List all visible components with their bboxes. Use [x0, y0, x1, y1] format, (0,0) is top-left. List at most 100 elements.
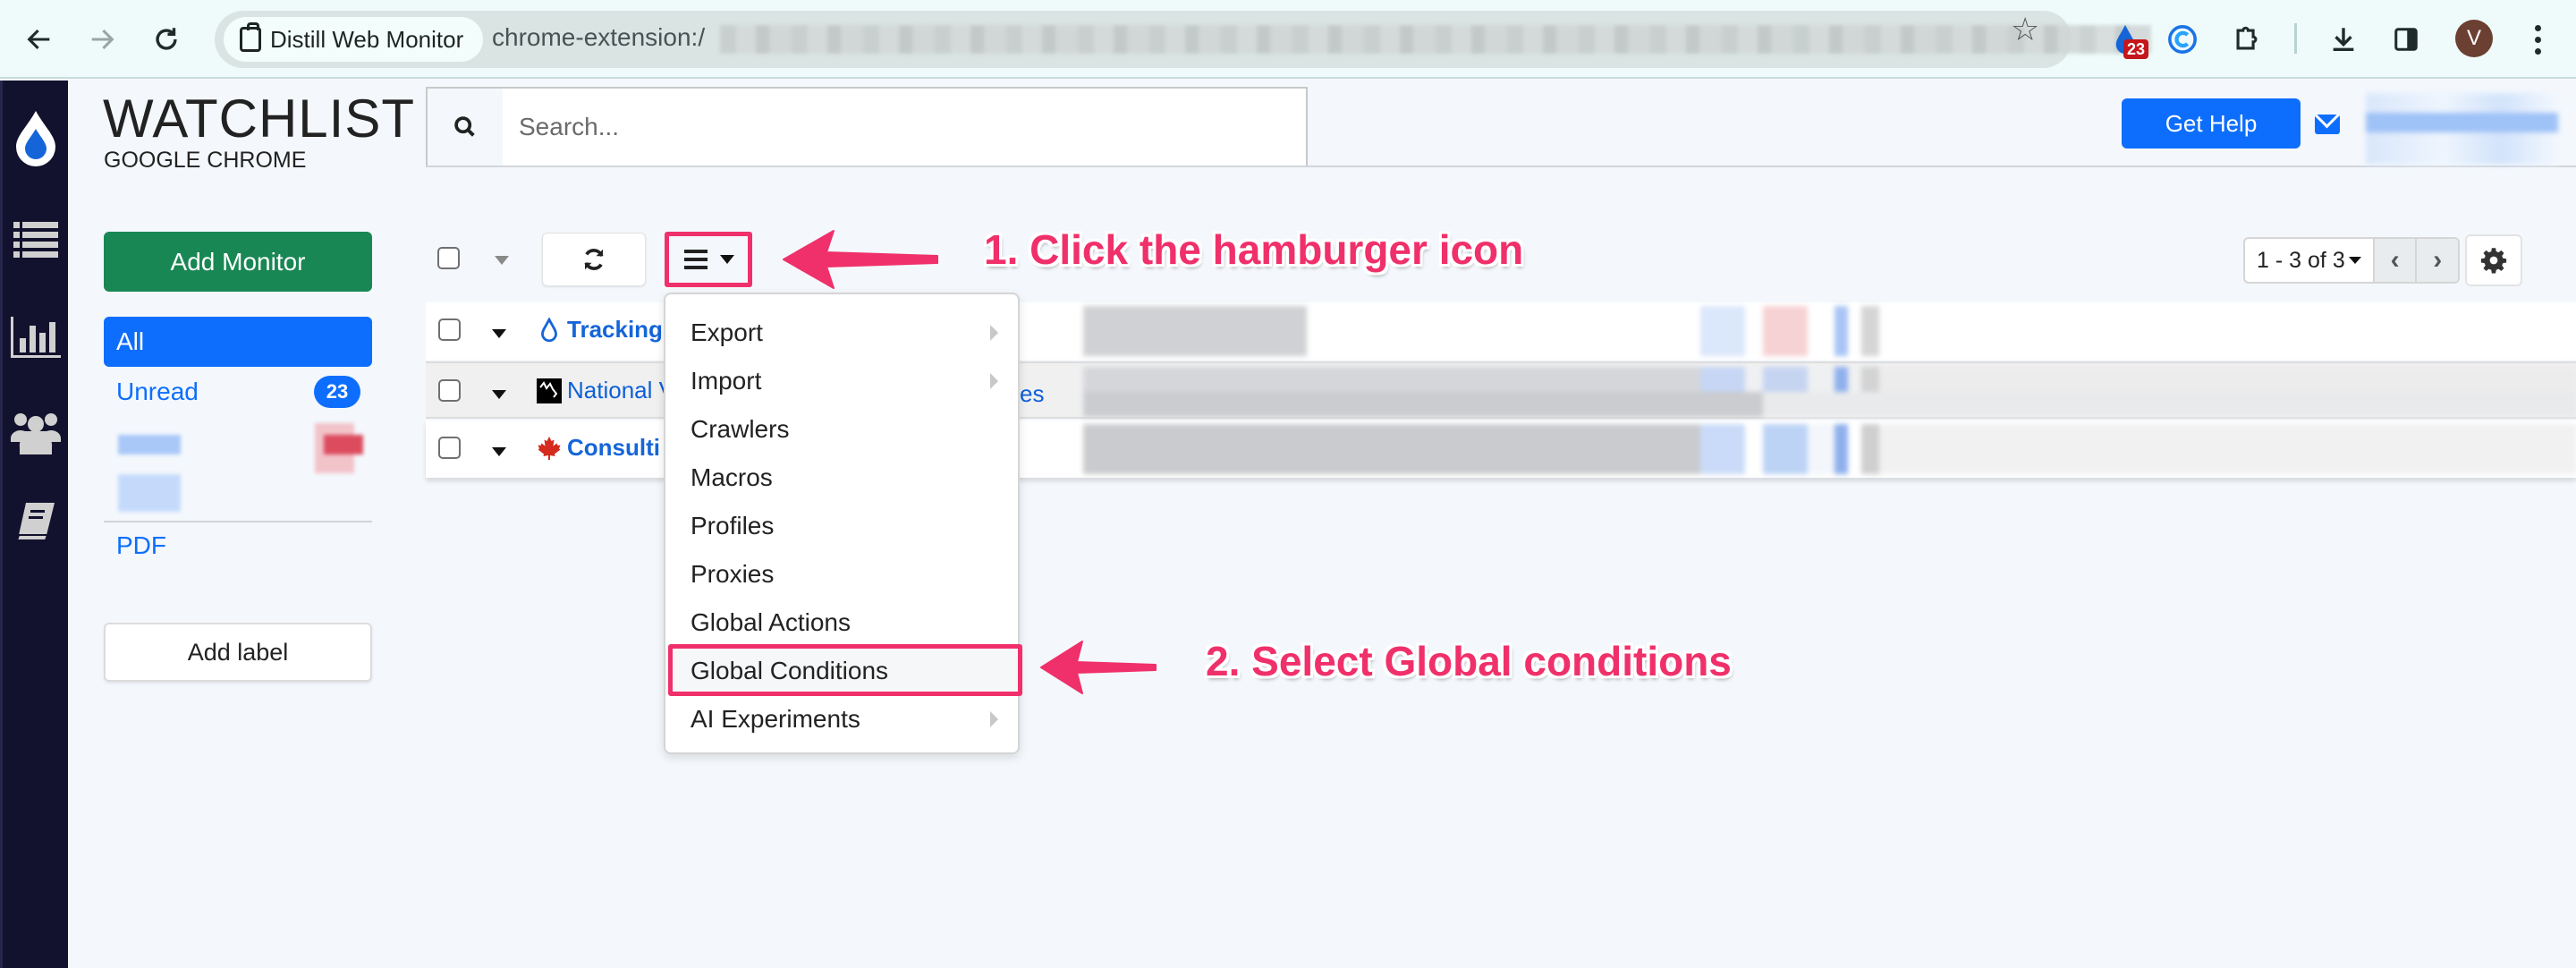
rail-reports[interactable] [3, 317, 68, 358]
annotation-arrow-2-icon [1040, 641, 1157, 694]
row-expand-caret[interactable] [492, 445, 506, 461]
side-panel-button[interactable] [2385, 18, 2428, 61]
labels-divider [104, 521, 372, 522]
menu-item-label: Import [691, 367, 762, 395]
prev-page-button[interactable]: ‹ [2372, 239, 2416, 282]
rail-team[interactable] [3, 412, 68, 454]
menu-item-label: Global Conditions [691, 657, 889, 684]
label-unread[interactable]: Unread 23 [104, 374, 372, 410]
menu-item-global-conditions[interactable]: Global Conditions [665, 648, 1018, 694]
extensions-button[interactable] [2225, 18, 2268, 61]
monitor-name[interactable]: Consulti [567, 434, 660, 462]
menu-item-label: Crawlers [691, 415, 790, 443]
monitor-name-tail[interactable]: es [1020, 380, 1044, 408]
menu-item-label: Macros [691, 463, 773, 491]
caret-down-icon [492, 329, 506, 338]
menu-item-global-actions[interactable]: Global Actions [665, 599, 1018, 646]
profile-avatar[interactable]: V [2455, 20, 2493, 57]
downloads-button[interactable] [2322, 18, 2365, 61]
browser-menu-button[interactable] [2524, 18, 2551, 61]
users-icon [10, 413, 61, 454]
get-help-button[interactable]: Get Help [2122, 98, 2301, 149]
menu-item-import[interactable]: Import [665, 358, 1018, 404]
settings-button[interactable] [2465, 234, 2522, 286]
pagination: 1 - 3 of 3 ‹ › [2243, 237, 2460, 284]
search-addon [428, 89, 503, 166]
monitor-name[interactable]: Tracking [567, 316, 663, 344]
select-all-checkbox[interactable] [437, 247, 460, 269]
menu-item-proxies[interactable]: Proxies [665, 551, 1018, 598]
site-info-chip[interactable]: Distill Web Monitor [224, 17, 484, 62]
rail-docs[interactable] [3, 501, 68, 542]
search-input[interactable] [503, 89, 1306, 166]
c-logo-icon [2168, 25, 2197, 54]
monitor-name[interactable]: National V [567, 377, 674, 404]
rail-watchlist[interactable] [3, 222, 68, 258]
search-icon [454, 116, 475, 137]
menu-item-profiles[interactable]: Profiles [665, 503, 1018, 549]
distill-logo-icon [15, 111, 55, 166]
menu-item-ai-experiments[interactable]: AI Experiments [665, 696, 1018, 743]
bookmark-star-icon[interactable]: ☆ [2011, 11, 2039, 48]
submenu-chevron-icon [990, 711, 998, 727]
caret-down-icon [720, 255, 734, 264]
back-button[interactable] [18, 18, 61, 61]
refresh-button[interactable] [542, 233, 646, 286]
drop-icon [537, 317, 562, 344]
refresh-icon [584, 249, 604, 270]
label-redacted[interactable] [100, 423, 374, 522]
list-icon [13, 222, 58, 258]
mail-icon[interactable] [2315, 115, 2340, 134]
toolbar-divider [2294, 23, 2297, 54]
book-icon [15, 503, 55, 541]
hamburger-menu-button[interactable] [665, 233, 752, 286]
row-details-redacted [1083, 306, 2576, 356]
add-monitor-button[interactable]: Add Monitor [104, 232, 372, 292]
url-text: chrome-extension:/ [492, 23, 706, 51]
distill-extension-button[interactable]: 23 [2104, 18, 2149, 61]
page-size-select[interactable]: 1 - 3 of 3 [2245, 239, 2373, 282]
forward-button[interactable] [80, 18, 123, 61]
unread-count-badge: 23 [314, 376, 360, 408]
row-details-redacted [1083, 367, 2576, 417]
menu-item-label: AI Experiments [691, 705, 860, 733]
gear-icon [2480, 248, 2507, 274]
site-chip-title: Distill Web Monitor [270, 25, 464, 53]
menu-item-export[interactable]: Export [665, 310, 1018, 356]
arrow-left-icon [27, 29, 50, 50]
menu-item-label: Global Actions [691, 608, 851, 636]
app-nav-rail [0, 81, 68, 968]
row-checkbox[interactable] [438, 379, 461, 402]
extension-puzzle-icon [240, 22, 261, 52]
label-all[interactable]: All [104, 317, 372, 367]
menu-item-crawlers[interactable]: Crawlers [665, 406, 1018, 453]
rail-logo[interactable] [3, 109, 68, 168]
url-redacted [720, 25, 2151, 54]
side-panel-icon [2394, 28, 2418, 51]
caret-down-icon [492, 390, 506, 399]
page-title: WATCHLIST [103, 89, 415, 149]
row-expand-caret[interactable] [492, 387, 506, 403]
hamburger-icon [684, 250, 708, 269]
annotation-step-1: 1. Click the hamburger icon [984, 226, 1524, 273]
row-checkbox[interactable] [438, 318, 461, 341]
row-expand-caret[interactable] [492, 327, 506, 343]
select-options-caret[interactable] [495, 253, 509, 269]
add-label-button[interactable]: Add label [104, 623, 372, 682]
download-icon [2333, 28, 2354, 52]
maple-leaf-icon [537, 435, 562, 462]
browser-toolbar: Distill Web Monitor chrome-extension:/ ☆… [0, 0, 2576, 79]
menu-item-label: Proxies [691, 560, 775, 588]
caret-down-icon [492, 447, 506, 456]
next-page-button[interactable]: › [2415, 239, 2458, 282]
c-extension-button[interactable] [2161, 18, 2204, 61]
annotation-arrow-1-icon [783, 230, 938, 289]
label-pdf[interactable]: PDF [116, 531, 166, 560]
reload-button[interactable] [145, 18, 188, 61]
address-bar[interactable]: Distill Web Monitor chrome-extension:/ [215, 11, 2151, 68]
reload-icon [156, 28, 177, 50]
page-subtitle: GOOGLE CHROME [104, 148, 307, 173]
row-checkbox[interactable] [438, 437, 461, 459]
arrow-right-icon [91, 29, 114, 50]
menu-item-macros[interactable]: Macros [665, 454, 1018, 501]
